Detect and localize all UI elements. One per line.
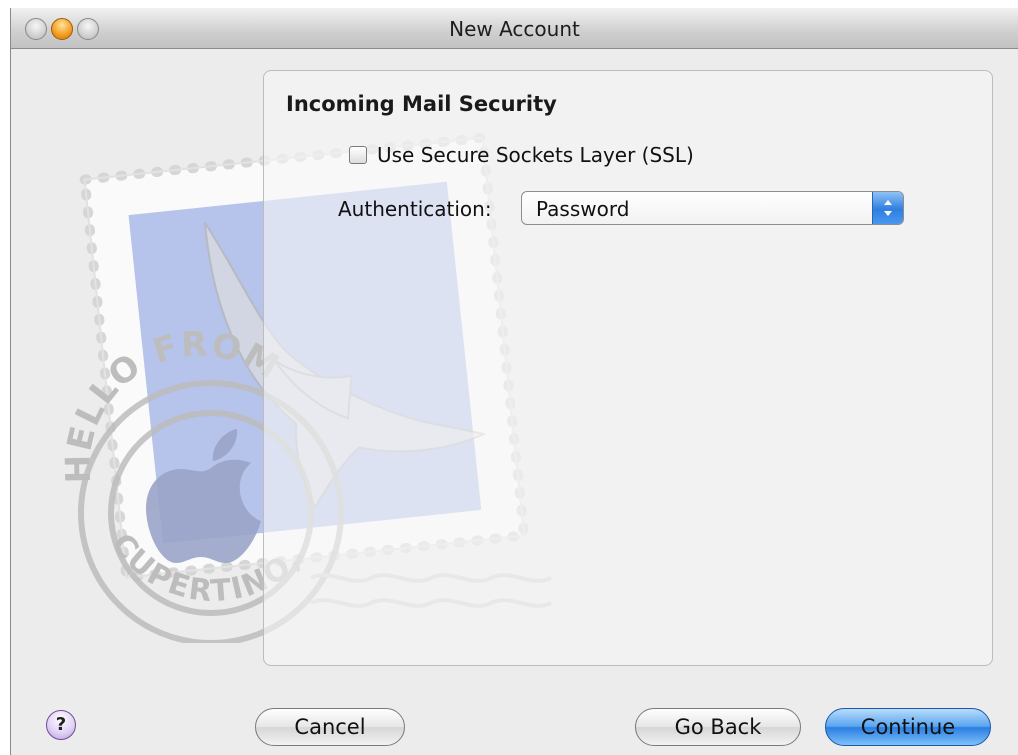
ssl-checkbox-label[interactable]: Use Secure Sockets Layer (SSL) bbox=[377, 143, 694, 167]
ssl-checkbox[interactable] bbox=[349, 146, 367, 164]
go-back-button[interactable]: Go Back bbox=[635, 708, 801, 746]
authentication-selected-value: Password bbox=[536, 197, 630, 221]
cancel-button[interactable]: Cancel bbox=[255, 708, 405, 746]
incoming-mail-security-heading: Incoming Mail Security bbox=[286, 92, 557, 116]
popup-arrows-icon[interactable] bbox=[872, 192, 903, 224]
continue-button[interactable]: Continue bbox=[825, 708, 991, 746]
help-button[interactable]: ? bbox=[46, 710, 76, 740]
title-bar[interactable]: New Account bbox=[11, 8, 1018, 49]
ssl-option[interactable]: Use Secure Sockets Layer (SSL) bbox=[349, 141, 694, 169]
authentication-label: Authentication: bbox=[338, 197, 492, 221]
window-title: New Account bbox=[449, 17, 580, 41]
authentication-select[interactable]: Password bbox=[521, 191, 904, 225]
new-account-window: New Account HELLO FROM CUPERTIN Incoming… bbox=[10, 8, 1018, 755]
